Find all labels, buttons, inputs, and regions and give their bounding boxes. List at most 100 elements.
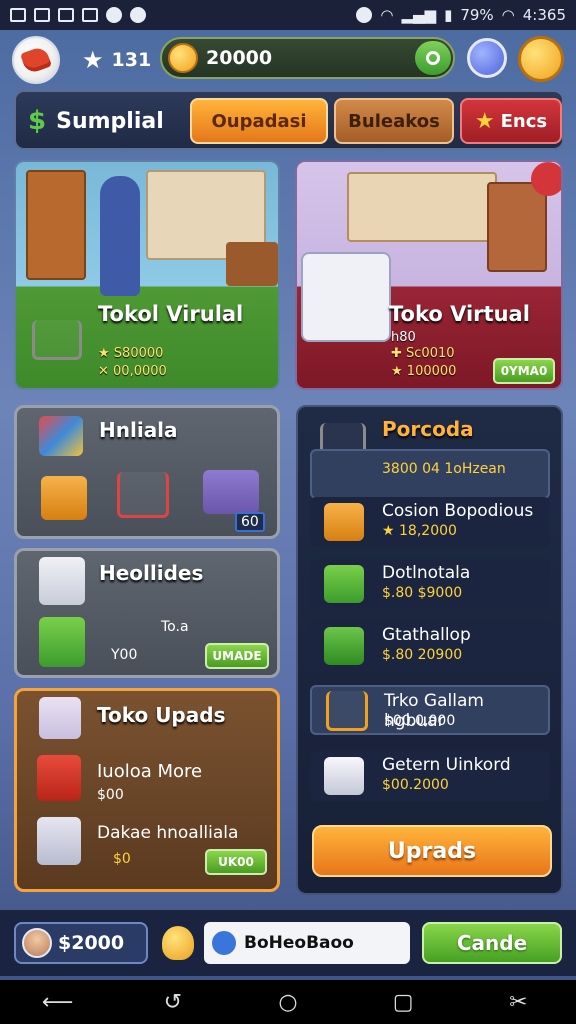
notification-icon: [10, 8, 26, 22]
row-sub: $.80 20900: [382, 647, 463, 663]
coin-amount: 20000: [206, 47, 273, 69]
cart-icon[interactable]: [117, 472, 169, 518]
bluetooth-icon: [82, 8, 98, 22]
item-title: Iuoloa More: [97, 761, 203, 782]
coin-icon: [168, 43, 198, 73]
store-icon: [39, 697, 81, 739]
item-action-button[interactable]: UK00: [205, 849, 267, 875]
row-title: Dotlnotala: [382, 563, 471, 583]
status-bar: ◠ ▂▄▆ ▮ 79% ◠ 4:365: [0, 0, 576, 30]
panel-heollides: Heollides To.a Y00 UMADE: [14, 548, 280, 678]
screenshot-icon[interactable]: ✂: [503, 990, 533, 1015]
upgrade-button[interactable]: Uprads: [312, 825, 552, 877]
chat-text: BoHeoBaoo: [244, 933, 354, 953]
panel-title: Heollides: [99, 561, 204, 585]
back-arrow-icon[interactable]: ⟵: [42, 990, 74, 1015]
tab-oupadasi[interactable]: Oupadasi: [190, 98, 328, 144]
store-stat-0: h80: [391, 330, 416, 345]
tab-buleakos[interactable]: Buleakos: [334, 98, 454, 144]
alarm-icon: [356, 7, 373, 23]
action-button[interactable]: Cande: [422, 922, 562, 964]
coin-balance-bar[interactable]: 20000: [160, 37, 455, 79]
recents-icon[interactable]: ▢: [388, 990, 418, 1015]
hint-bulb-icon[interactable]: [162, 926, 194, 960]
search-button[interactable]: [415, 41, 451, 75]
list-item[interactable]: Dotlnotala $.80 $9000: [310, 559, 550, 609]
shelf-illustration: [487, 182, 547, 272]
star-icon: ★: [474, 108, 495, 134]
panel-action-button[interactable]: UMADE: [205, 643, 269, 669]
undo-icon[interactable]: ↺: [158, 990, 188, 1015]
tab-bar: $ Sumplial Oupadasi Buleakos ★ Encs: [14, 90, 564, 150]
globe-button[interactable]: [467, 38, 507, 78]
chat-field[interactable]: BoHeoBaoo: [204, 922, 410, 964]
wifi-icon: ◠: [501, 6, 515, 24]
crate-icon: [324, 627, 364, 665]
box-icon[interactable]: [41, 476, 87, 520]
clock: 4:365: [522, 6, 566, 24]
panel-porcoda: Porcoda 3800 04 1oHzean Cosion Bopodious…: [296, 405, 563, 895]
wallet-display[interactable]: $2000: [14, 922, 148, 964]
cart-icon: [326, 691, 368, 731]
battery-icon: ▮: [444, 6, 453, 24]
rank-value: 131: [111, 49, 152, 71]
truck-icon[interactable]: [203, 470, 259, 514]
row-title: Cosion Bopodious: [382, 501, 534, 521]
avatar: [22, 928, 52, 958]
shop-tag-icon: [20, 45, 52, 75]
row-sub: 3800 04 1oHzean: [382, 461, 506, 477]
list-item[interactable]: Gtathallop $.80 20900: [310, 621, 550, 671]
row-sub: ★ 18,2000: [382, 523, 457, 539]
wifi-icon: ◠: [380, 6, 394, 24]
count-badge: 60: [235, 512, 265, 532]
chrome-icon: [106, 7, 122, 23]
bottom-bar: $2000 BoHeoBaoo Cande: [0, 910, 576, 976]
dollar-icon: $: [28, 106, 47, 136]
store-title: Toko Virtual: [389, 302, 530, 326]
store-action-button[interactable]: 0YMA0: [493, 358, 555, 384]
store-card-tokol-virulal[interactable]: Tokol Virulal ★ S80000 ✕ 00,0000: [14, 160, 280, 390]
panel-price: Y00: [111, 647, 138, 663]
home-icon[interactable]: ○: [273, 990, 303, 1015]
wallet-amount: $2000: [58, 932, 125, 954]
panel-title: Porcoda: [382, 417, 474, 441]
section-brand-label: Sumplial: [56, 108, 164, 134]
gold-coin-button[interactable]: [518, 36, 564, 82]
battery-percent: 79%: [460, 6, 494, 24]
row-title: Getern Uinkord: [382, 755, 511, 775]
delivery-van-illustration: [301, 252, 391, 342]
store-title: Tokol Virulal: [98, 302, 244, 326]
cart-icon: [32, 320, 82, 360]
panel-hnliala: Hnliala 60: [14, 405, 280, 539]
display-case-icon: [37, 817, 81, 865]
row-sub: $00.2000: [382, 777, 449, 793]
game-logo[interactable]: [12, 36, 60, 84]
panel-title: Hnliala: [99, 418, 178, 442]
row-sub: $00.0,000: [384, 713, 456, 729]
signal-icon: ▂▄▆: [401, 6, 437, 24]
register-icon: [324, 757, 364, 795]
row-sub: $.80 $9000: [382, 585, 463, 601]
tab-label: Oupadasi: [211, 110, 307, 132]
top-bar: ★ 131 20000: [0, 34, 576, 84]
list-item[interactable]: Trko Gallam hgbuar $00.0,000: [310, 685, 550, 735]
store-stat-1: ✚ Sc0010: [391, 346, 455, 361]
list-item[interactable]: Getern Uinkord $00.2000: [310, 751, 550, 801]
tab-encs[interactable]: ★ Encs: [460, 98, 562, 144]
stat-value: 00,0000: [113, 364, 167, 379]
panel-note: To.a: [161, 619, 189, 635]
store-stat-2: ✕ 00,0000: [98, 364, 167, 379]
chat-icon: [212, 931, 236, 955]
row-sub-value: 18,2000: [399, 523, 457, 539]
list-item[interactable]: 3800 04 1oHzean: [310, 449, 550, 499]
store-card-toko-virtual[interactable]: Toko Virtual h80 ✚ Sc0010 ★ 100000 0YMA0: [295, 160, 563, 390]
cash-bin-icon: [324, 565, 364, 603]
list-item[interactable]: Cosion Bopodious ★ 18,2000: [310, 497, 550, 547]
status-notifications: [10, 7, 146, 23]
counter-illustration: [226, 242, 278, 286]
products-icon: [39, 416, 83, 456]
stat-value: 100000: [406, 364, 457, 379]
tab-label: Buleakos: [348, 110, 440, 132]
box-icon: [324, 503, 364, 541]
item-price: $0: [113, 851, 131, 867]
